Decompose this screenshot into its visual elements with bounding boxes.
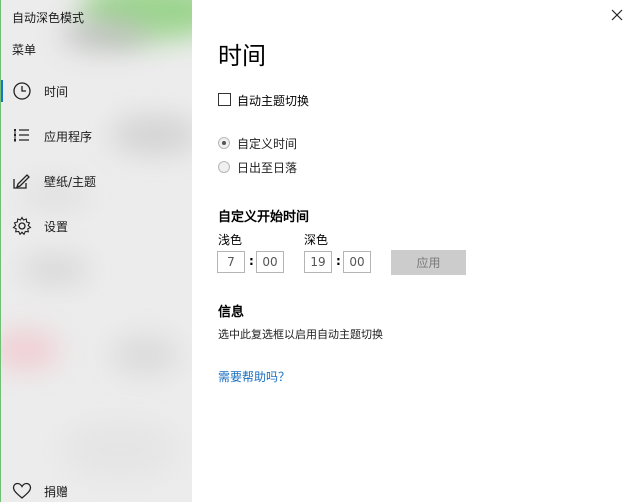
window-edge	[0, 0, 1, 502]
dark-label: 深色	[304, 233, 329, 247]
gear-icon	[12, 216, 32, 236]
sidebar-item-label: 设置	[44, 220, 69, 234]
sidebar-item-time[interactable]: 时间	[0, 71, 192, 111]
light-hour-input[interactable]	[217, 251, 245, 273]
radio-label: 自定义时间	[237, 137, 298, 151]
sidebar-item-donate[interactable]: 捐赠	[0, 471, 192, 502]
help-link[interactable]: 需要帮助吗？	[218, 368, 290, 385]
page-title: 时间	[218, 42, 266, 70]
sidebar-item-label: 捐赠	[44, 485, 69, 499]
dark-hour-input[interactable]	[304, 251, 332, 273]
sidebar-item-label: 壁纸/主题	[44, 175, 97, 189]
info-title: 信息	[218, 305, 245, 320]
apply-button[interactable]: 应用	[391, 250, 466, 275]
light-label: 浅色	[218, 233, 243, 247]
sidebar-item-label: 时间	[44, 85, 69, 99]
radio-button[interactable]	[218, 161, 230, 173]
custom-time-title: 自定义开始时间	[218, 210, 310, 225]
sidebar-item-wallpaper[interactable]: 壁纸/主题	[0, 161, 192, 201]
heart-icon	[12, 482, 32, 499]
radio-label: 日出至日落	[237, 161, 298, 175]
light-minute-input[interactable]	[256, 251, 284, 273]
close-icon[interactable]	[610, 8, 624, 22]
sidebar-item-settings[interactable]: 设置	[0, 206, 192, 246]
main-content: 时间 自动主题切换 自定义时间 日出至日落 自定义开始时间 浅色 深色 : : …	[192, 0, 638, 502]
sidebar-item-label: 应用程序	[44, 130, 93, 144]
sidebar-item-apps[interactable]: 应用程序	[0, 116, 192, 156]
time-separator: :	[249, 254, 254, 268]
info-text: 选中此复选框以启用自动主题切换	[218, 328, 383, 341]
clock-icon	[13, 82, 31, 100]
list-icon	[14, 129, 29, 142]
sidebar: 自动深色模式 菜单 时间 应用程序 壁纸/主题 设置 捐赠	[0, 0, 192, 502]
menu-label: 菜单	[12, 43, 37, 57]
radio-button[interactable]	[218, 137, 230, 149]
auto-switch-checkbox[interactable]	[218, 93, 231, 106]
dark-minute-input[interactable]	[343, 251, 371, 273]
app-title: 自动深色模式	[12, 11, 85, 25]
time-separator: :	[336, 254, 341, 268]
auto-switch-label: 自动主题切换	[237, 94, 310, 108]
edit-icon	[13, 174, 30, 189]
